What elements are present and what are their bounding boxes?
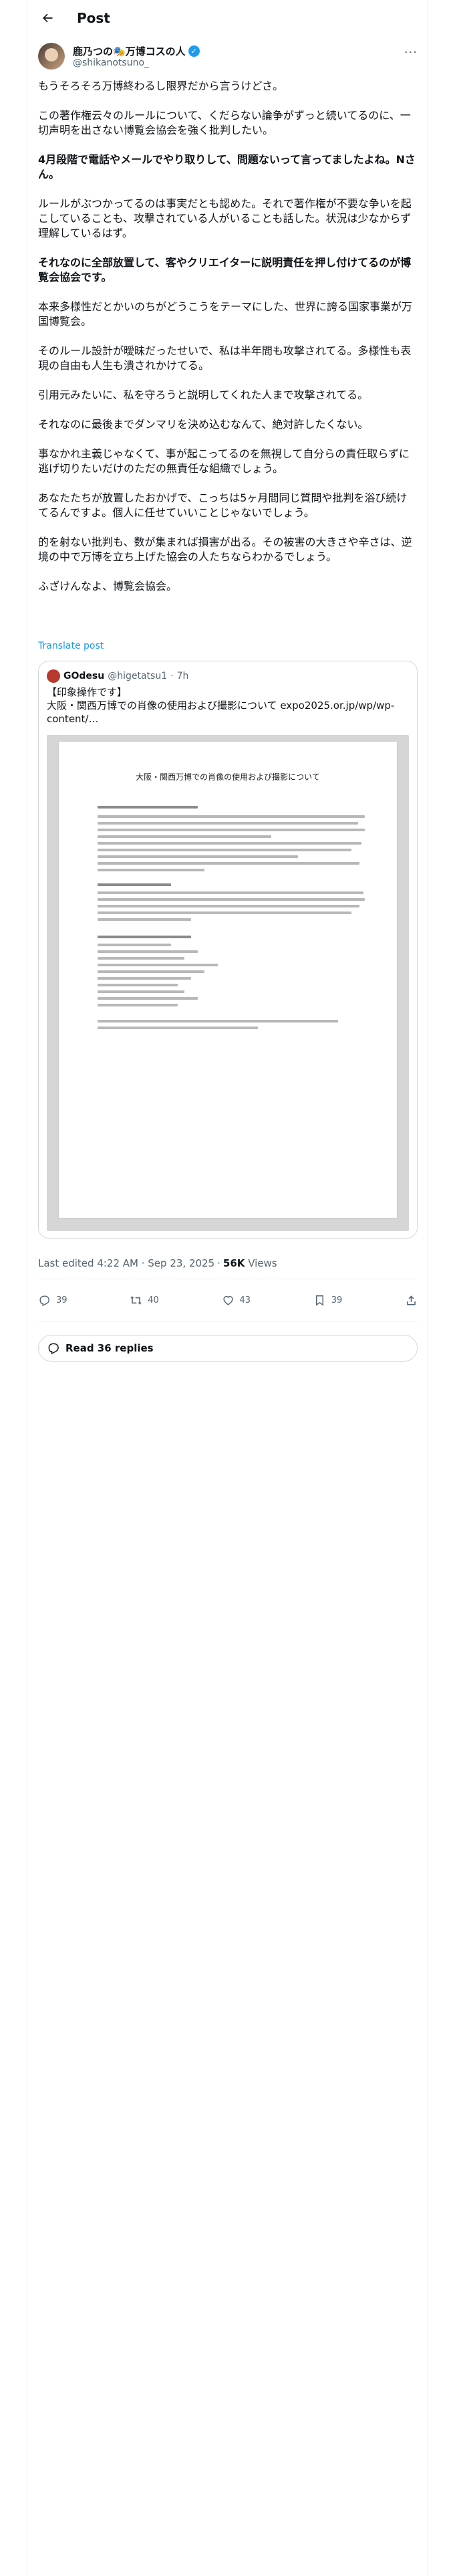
reply-count: 39 <box>56 1295 67 1305</box>
bookmark-count: 39 <box>331 1295 343 1305</box>
reply-button[interactable]: 39 <box>38 1294 67 1307</box>
meta-separator: · <box>217 1257 220 1269</box>
document-text-line <box>98 835 271 838</box>
reply-icon <box>39 1295 49 1306</box>
share-icon <box>407 1295 416 1305</box>
heart-icon <box>222 1295 233 1305</box>
bookmark-button[interactable]: 39 <box>313 1294 343 1307</box>
post-paragraph: ふざけんなよ、博覧会協会。 <box>38 580 178 593</box>
post-paragraph: あなたたちが放置したおかげで、こっちは5ヶ月間同じ質問や批判を浴び続けてるんです… <box>38 492 408 519</box>
post-paragraph: それなのに全部放置して、客やクリエイターに説明責任を押し付けてるのが博覧会協会で… <box>38 256 412 284</box>
quoted-document-image[interactable]: 大阪・関西万博での肖像の使用および撮影について <box>47 735 409 1231</box>
views-label: Views <box>248 1257 277 1269</box>
author-handle[interactable]: @shikanotsuno_ <box>73 58 149 68</box>
post-paragraph: 4月段階で電話やメールでやり取りして、問題ないって言ってましたよね。Nさん。 <box>38 153 416 181</box>
quoted-author-handle: @higetatsu1 <box>108 671 168 681</box>
author-name-row[interactable]: 鹿乃つの🎭万博コスの人 ✓ <box>73 44 200 58</box>
document-text-line <box>98 936 191 938</box>
author-header: 鹿乃つの🎭万博コスの人 ✓ @shikanotsuno_ ··· <box>38 43 418 72</box>
document-text-line <box>98 1020 338 1023</box>
document-text-line <box>98 990 184 993</box>
document-page: 大阪・関西万博での肖像の使用および撮影について <box>59 742 397 1218</box>
document-text-line <box>98 855 298 858</box>
quoted-time: 7h <box>176 671 189 681</box>
document-text-line <box>98 1027 258 1029</box>
quoted-post-header: GOdesu @higetatsu1 · 7h <box>47 668 188 684</box>
quoted-text: 【印象操作です】 大阪・関西万博での肖像の使用および撮影について expo202… <box>47 685 408 726</box>
post-paragraph: ルールがぶつかってるのは事実だとも認めた。それで著作権が不要な争いを起こしている… <box>38 197 412 239</box>
more-options-icon[interactable]: ··· <box>404 45 418 60</box>
verified-badge-icon: ✓ <box>188 45 200 57</box>
document-text-line <box>98 842 361 845</box>
post-metadata: Last edited 4:22 AM · Sep 23, 2025 · 56K V… <box>38 1257 277 1269</box>
repost-count: 40 <box>148 1295 159 1305</box>
document-text-line <box>98 918 191 921</box>
quoted-text-line1: 【印象操作です】 <box>47 686 128 698</box>
document-text-line <box>98 898 365 901</box>
post-body: もうそろそろ万博終わるし限界だから言うけどさ。この著作権云々のルールについて、く… <box>38 79 418 609</box>
author-name[interactable]: 鹿乃つの🎭万博コスの人 <box>73 44 186 58</box>
like-count: 43 <box>239 1295 251 1305</box>
quoted-author-name: GOdesu <box>63 671 105 681</box>
post-paragraph: 引用元みたいに、私を守ろうと説明してくれた人まで攻撃されてる。 <box>38 389 369 401</box>
share-button[interactable] <box>405 1294 418 1307</box>
repost-button[interactable]: 40 <box>130 1294 159 1307</box>
document-text-line <box>98 977 191 980</box>
post-paragraph: この著作権云々のルールについて、くだらない論争がずっと続いてるのに、一切声明を出… <box>38 109 411 136</box>
document-text-line <box>98 911 351 914</box>
document-text-line <box>98 957 184 960</box>
action-bar: 39 40 43 39 <box>38 1287 418 1313</box>
repost-icon <box>130 1295 142 1305</box>
document-text-line <box>98 815 365 818</box>
post-paragraph: それなのに最後までダンマリを決め込むなんて、絶対許したくない。 <box>38 418 369 431</box>
document-text-line <box>98 806 198 809</box>
quoted-text-line2: 大阪・関西万博での肖像の使用および撮影について expo2025.or.jp/w… <box>47 700 395 725</box>
document-text-line <box>98 829 365 831</box>
document-text-line <box>98 1004 178 1006</box>
translate-link[interactable]: Translate post <box>38 641 104 651</box>
read-replies-button[interactable]: Read 36 replies <box>38 1335 418 1362</box>
back-button[interactable] <box>34 5 61 31</box>
document-title: 大阪・関西万博での肖像の使用および撮影について <box>136 772 320 782</box>
document-text-line <box>98 883 171 886</box>
like-button[interactable]: 43 <box>222 1294 251 1307</box>
quoted-post[interactable]: GOdesu @higetatsu1 · 7h 【印象操作です】 大阪・関西万博… <box>38 661 418 1239</box>
document-text-line <box>98 944 171 946</box>
document-text-line <box>98 862 359 865</box>
document-text-line <box>98 950 198 953</box>
divider <box>38 1321 418 1322</box>
chat-bubble-icon <box>48 1343 59 1355</box>
document-text-line <box>98 869 204 871</box>
post-paragraph: 事なかれ主義じゃなくて、事が起こってるのを無視して自分らの責任取らずに逃げ切りた… <box>38 447 410 475</box>
avatar[interactable] <box>38 43 65 70</box>
post-paragraph: もうそろそろ万博終わるし限界だから言うけどさ。 <box>38 80 284 92</box>
document-text-line <box>98 997 198 1000</box>
post-paragraph: 的を射ない批判も、数が集まれば損害が出る。その被害の大きさや辛さは、逆境の中で万… <box>38 536 412 563</box>
bookmark-icon <box>315 1295 323 1306</box>
document-text-line <box>98 964 218 966</box>
post-paragraph: そのルール設計が曖昧だったせいで、私は半年間も攻撃されてる。多様性も表現の自由も… <box>38 344 412 372</box>
views-count: 56K <box>222 1257 245 1269</box>
arrow-left-icon <box>43 13 53 22</box>
page-title: Post <box>77 9 110 26</box>
read-replies-label: Read 36 replies <box>65 1342 154 1354</box>
last-edited-time[interactable]: Last edited 4:22 AM · Sep 23, 2025 <box>38 1257 214 1269</box>
quoted-separator: · <box>170 671 174 681</box>
post-column: Post 鹿乃つの🎭万博コスの人 ✓ @shikanotsuno_ ··· もう… <box>27 0 428 2576</box>
document-text-line <box>98 822 358 825</box>
document-text-line <box>98 891 363 894</box>
top-bar: Post <box>27 0 427 35</box>
document-text-line <box>98 970 204 973</box>
post-paragraph: 本来多様性だとかいのちがどうこうをテーマにした、世界に誇る国家事業が万国博覧会。 <box>38 300 413 328</box>
document-text-line <box>98 905 359 907</box>
document-text-line <box>98 984 178 986</box>
document-text-line <box>98 849 351 851</box>
quoted-avatar <box>47 669 60 683</box>
